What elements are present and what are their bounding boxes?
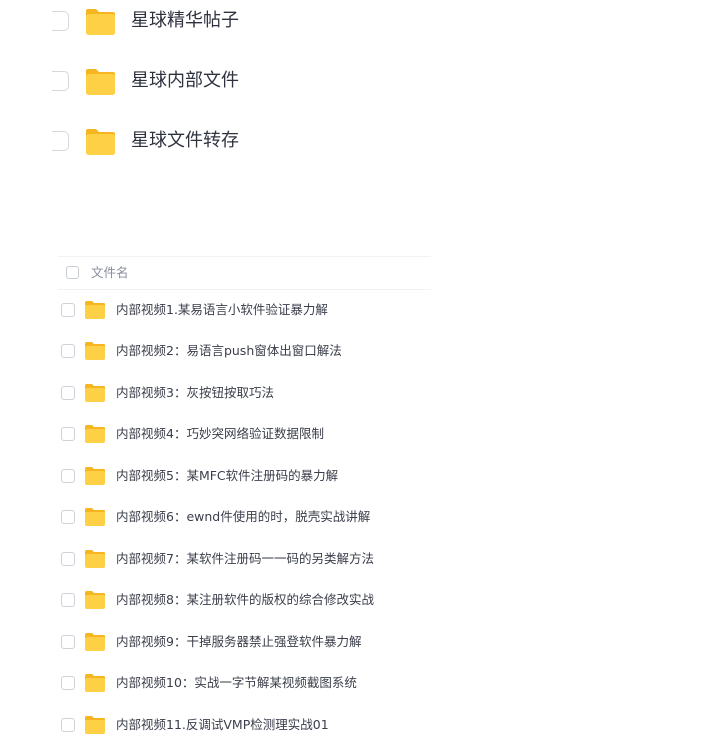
folder-icon	[86, 69, 115, 95]
file-table: 文件名 内部视频1.某易语言小软件验证暴力解 内部视频2：易语言push窗体出窗…	[58, 256, 431, 734]
row-checkbox[interactable]	[61, 344, 75, 358]
folder-name: 星球精华帖子	[131, 10, 239, 31]
row-checkbox[interactable]	[61, 427, 75, 441]
folder-item[interactable]: 星球文件转存	[0, 120, 400, 164]
table-row[interactable]: 内部视频9：干掉服务器禁止强登软件暴力解	[58, 627, 431, 657]
row-checkbox[interactable]	[61, 676, 75, 690]
folder-icon	[85, 716, 105, 734]
folder-icon	[85, 301, 105, 319]
folder-icon	[85, 384, 105, 402]
row-checkbox[interactable]	[61, 386, 75, 400]
table-row[interactable]: 内部视频1.某易语言小软件验证暴力解	[58, 295, 431, 325]
table-row[interactable]: 内部视频11.反调试VMP检测理实战01	[58, 710, 431, 740]
file-name: 内部视频4：巧妙突网络验证数据限制	[116, 426, 324, 441]
row-checkbox[interactable]	[61, 593, 75, 607]
folder-item[interactable]: 星球精华帖子	[0, 0, 400, 44]
table-row[interactable]: 内部视频5：某MFC软件注册码的暴力解	[58, 461, 431, 491]
folder-checkbox[interactable]	[52, 131, 69, 151]
folder-icon	[85, 633, 105, 651]
folder-icon	[85, 508, 105, 526]
folder-name: 星球内部文件	[131, 70, 239, 91]
table-row[interactable]: 内部视频6：ewnd件使用的时，脱壳实战讲解	[58, 502, 431, 532]
table-row[interactable]: 内部视频4：巧妙突网络验证数据限制	[58, 419, 431, 449]
folder-icon	[86, 9, 115, 35]
row-checkbox[interactable]	[61, 718, 75, 732]
table-row[interactable]: 内部视频2：易语言push窗体出窗口解法	[58, 336, 431, 366]
folder-icon	[85, 674, 105, 692]
table-row[interactable]: 内部视频3：灰按钮按取巧法	[58, 378, 431, 408]
file-name: 内部视频6：ewnd件使用的时，脱壳实战讲解	[116, 509, 371, 524]
folder-icon	[85, 342, 105, 360]
folder-checkbox[interactable]	[52, 71, 69, 91]
table-row[interactable]: 内部视频7：某软件注册码一一码的另类解方法	[58, 544, 431, 574]
folder-icon	[85, 467, 105, 485]
file-name: 内部视频8：某注册软件的版权的综合修改实战	[116, 592, 374, 607]
folder-checkbox[interactable]	[52, 11, 69, 31]
file-name: 内部视频1.某易语言小软件验证暴力解	[116, 302, 328, 317]
folder-icon	[85, 591, 105, 609]
folder-icon	[86, 129, 115, 155]
table-row[interactable]: 内部视频10：实战一字节解某视频截图系统	[58, 668, 431, 698]
file-name: 内部视频5：某MFC软件注册码的暴力解	[116, 468, 339, 483]
folder-item[interactable]: 星球内部文件	[0, 60, 400, 104]
file-name: 内部视频10：实战一字节解某视频截图系统	[116, 675, 357, 690]
folder-name: 星球文件转存	[131, 130, 239, 151]
row-checkbox[interactable]	[61, 635, 75, 649]
file-name: 内部视频11.反调试VMP检测理实战01	[116, 717, 329, 732]
file-browser-page: 星球精华帖子 星球内部文件 星球文件转存 文件名 内部视频1.某易语言小软件验证…	[0, 0, 706, 755]
file-name: 内部视频2：易语言push窗体出窗口解法	[116, 343, 342, 358]
table-row[interactable]: 内部视频8：某注册软件的版权的综合修改实战	[58, 585, 431, 615]
file-name: 内部视频3：灰按钮按取巧法	[116, 385, 274, 400]
row-checkbox[interactable]	[61, 510, 75, 524]
table-header: 文件名	[58, 256, 431, 290]
row-checkbox[interactable]	[61, 303, 75, 317]
folder-icon	[85, 550, 105, 568]
file-name: 内部视频9：干掉服务器禁止强登软件暴力解	[116, 634, 362, 649]
file-name: 内部视频7：某软件注册码一一码的另类解方法	[116, 551, 374, 566]
folder-icon	[85, 425, 105, 443]
row-checkbox[interactable]	[61, 469, 75, 483]
select-all-checkbox[interactable]	[66, 266, 79, 279]
column-header-filename[interactable]: 文件名	[91, 265, 129, 281]
row-checkbox[interactable]	[61, 552, 75, 566]
